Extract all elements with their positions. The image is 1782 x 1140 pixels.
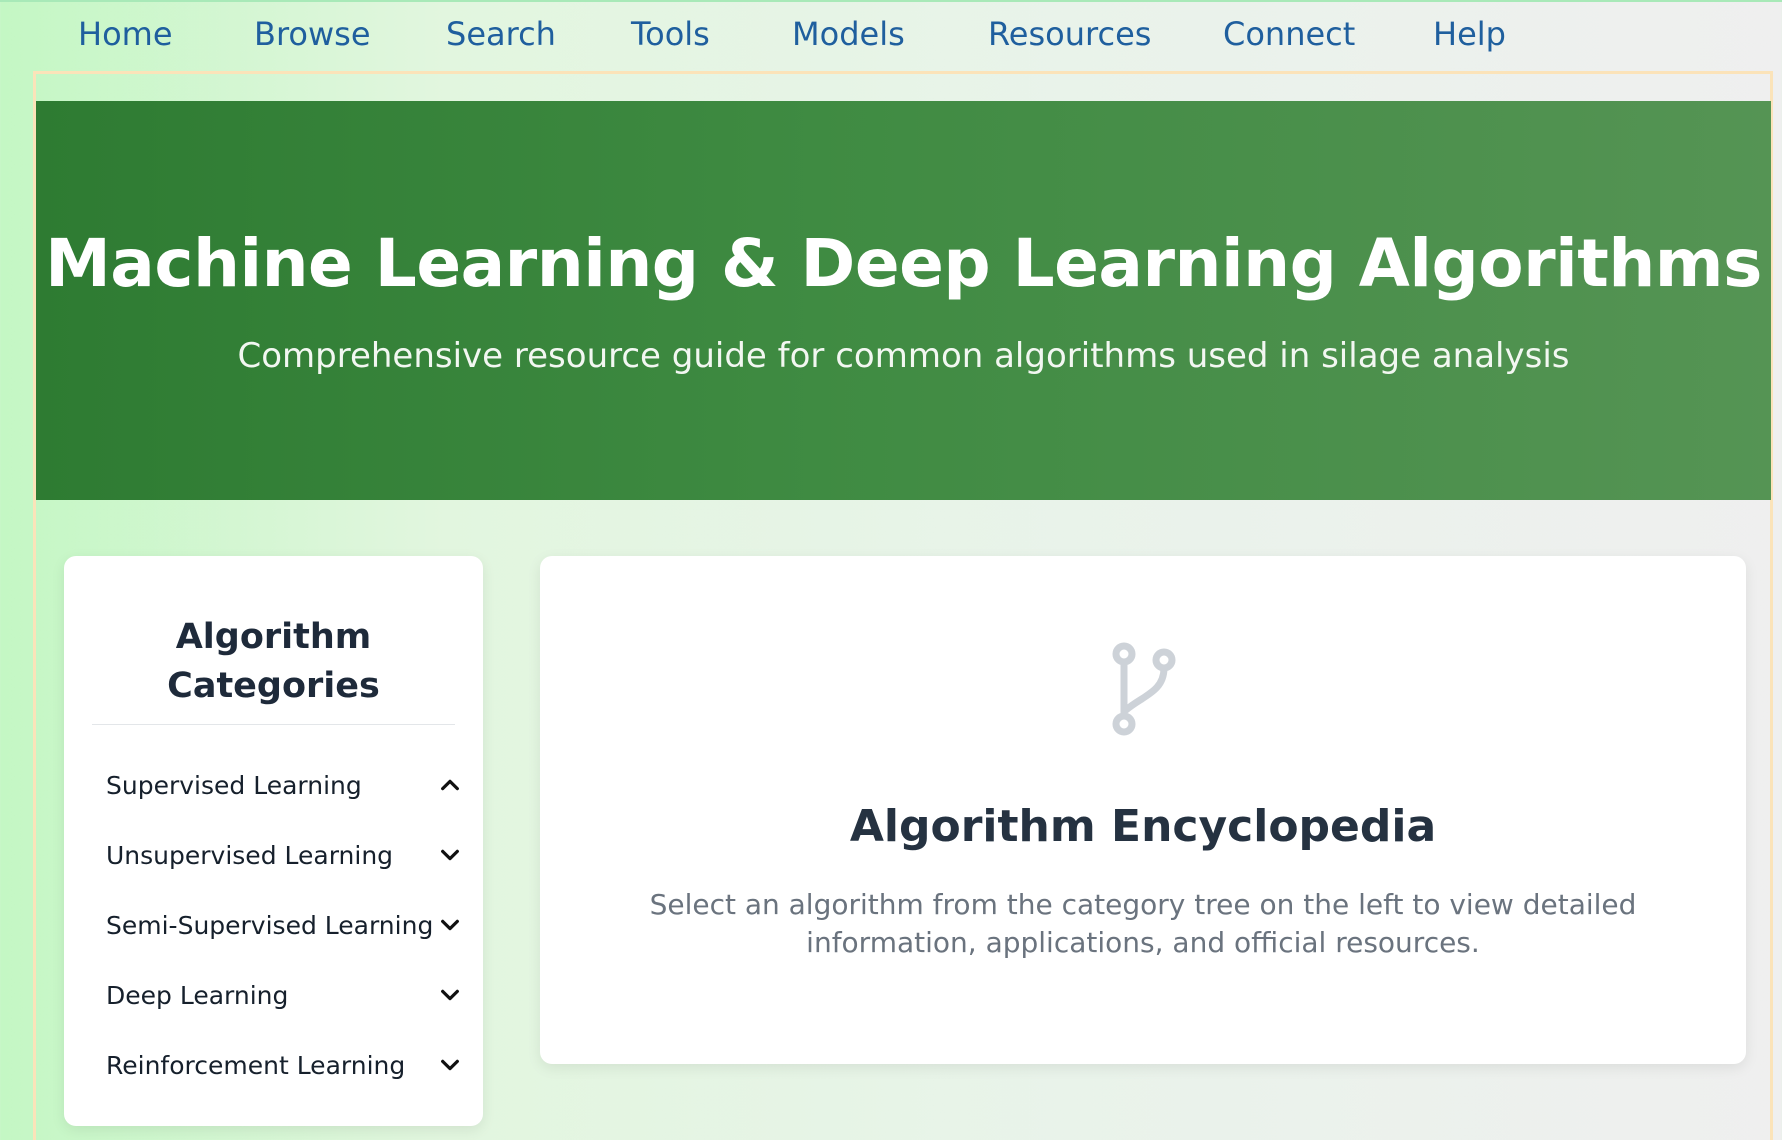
category-deep-learning[interactable]: Deep Learning [106,970,461,1020]
hero-subtitle: Comprehensive resource guide for common … [237,336,1570,376]
sidebar-title: Algorithm Categories [167,617,380,706]
algorithm-categories-panel: Algorithm Categories Supervised Learning… [64,556,483,1126]
nav-link-help[interactable]: Help [1433,15,1506,53]
category-supervised-learning[interactable]: Supervised Learning [106,760,461,810]
nav-link-models[interactable]: Models [792,15,905,53]
hero-banner: Machine Learning & Deep Learning Algorit… [36,101,1771,500]
hero-title: Machine Learning & Deep Learning Algorit… [45,225,1762,302]
chevron-up-icon[interactable] [439,774,461,796]
category-label: Unsupervised Learning [106,840,394,870]
category-semi-supervised-learning[interactable]: Semi-Supervised Learning [106,900,461,950]
chevron-down-icon[interactable] [439,1054,461,1076]
code-branch-icon [1112,642,1176,736]
encyclopedia-description: Select an algorithm from the category tr… [649,888,1637,959]
sidebar-divider [92,724,455,725]
chevron-down-icon[interactable] [439,984,461,1006]
encyclopedia-title: Algorithm Encyclopedia [849,801,1437,852]
nav-link-browse[interactable]: Browse [254,15,371,53]
category-reinforcement-learning[interactable]: Reinforcement Learning [106,1040,461,1090]
category-label: Reinforcement Learning [106,1050,406,1080]
category-label: Deep Learning [106,980,289,1010]
chevron-down-icon[interactable] [439,914,461,936]
nav-link-tools[interactable]: Tools [631,15,710,53]
chevron-down-icon[interactable] [439,844,461,866]
nav-link-home[interactable]: Home [78,15,173,53]
top-navigation: Home Browse Search Tools Models Resource… [0,0,1782,72]
nav-link-connect[interactable]: Connect [1223,15,1355,53]
category-label: Semi-Supervised Learning [106,910,434,940]
nav-link-resources[interactable]: Resources [988,15,1151,53]
nav-link-search[interactable]: Search [446,15,556,53]
category-label: Supervised Learning [106,770,362,800]
algorithm-encyclopedia-panel: Algorithm Encyclopedia Select an algorit… [540,556,1746,1064]
category-unsupervised-learning[interactable]: Unsupervised Learning [106,830,461,880]
